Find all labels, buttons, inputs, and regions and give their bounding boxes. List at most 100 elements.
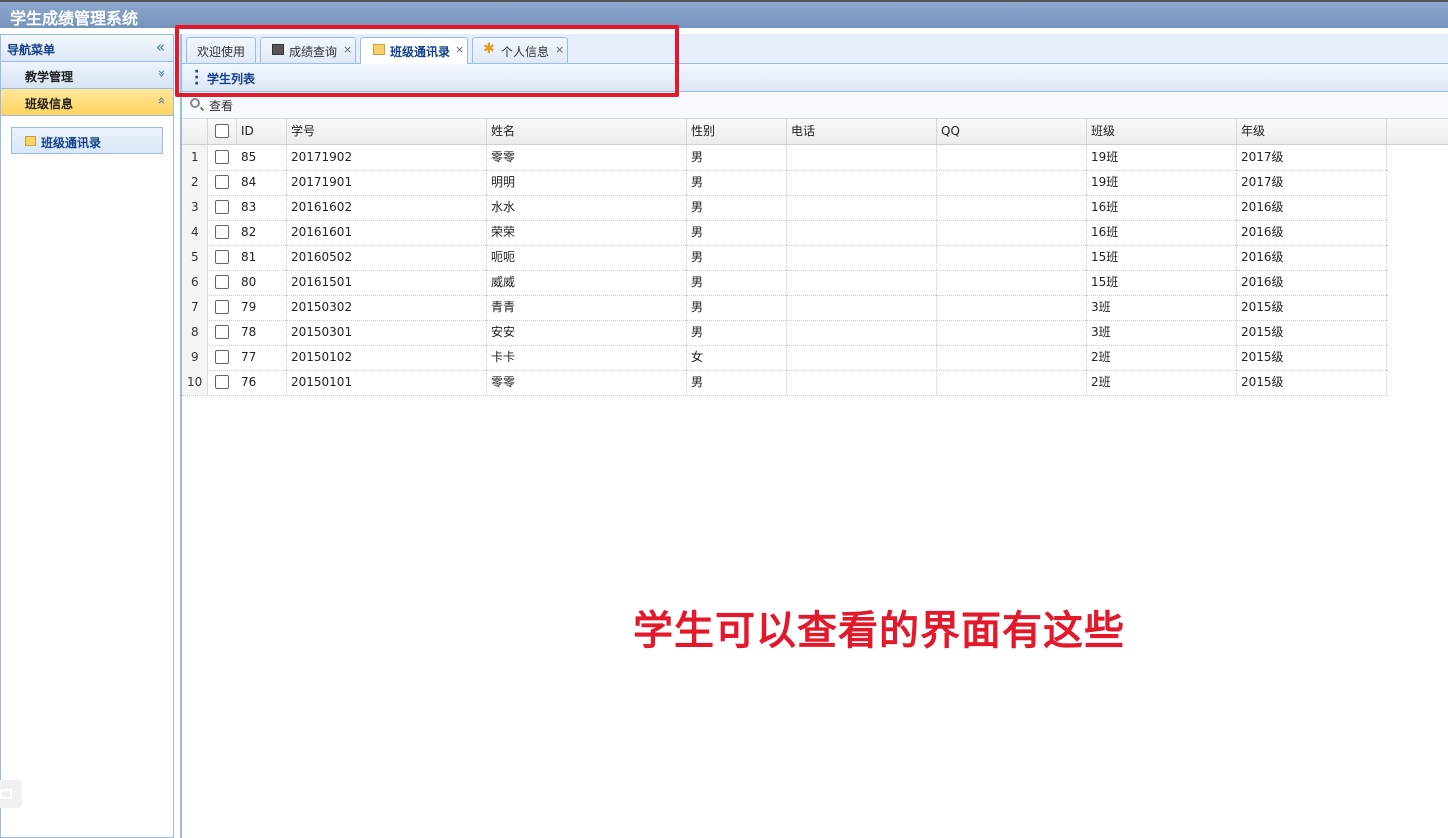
- table-cell: 20161602: [287, 195, 487, 220]
- table-cell: 2015级: [1237, 345, 1387, 370]
- table-cell: 2班: [1087, 370, 1237, 395]
- select-all-cell: [208, 119, 237, 144]
- main-panel: 欢迎使用 成绩查询 × 班级通讯录 × ✱ 个人信息 × · · · 学生列表 查看: [180, 34, 1448, 838]
- nav-link-class-contacts[interactable]: 班级通讯录: [11, 127, 163, 154]
- table-cell: 2017级: [1237, 170, 1387, 195]
- table-cell: 20150102: [287, 345, 487, 370]
- col-header-phone[interactable]: 电话: [787, 119, 937, 144]
- table-cell: 2015级: [1237, 295, 1387, 320]
- table-row[interactable]: 4 82 20161601 荣荣男 16班 2016级: [182, 220, 1388, 246]
- table-cell: 78: [237, 320, 287, 345]
- table-cell: 男: [687, 295, 787, 320]
- row-checkbox[interactable]: [215, 325, 229, 339]
- table-header: ID 学号 姓名 性别 电话 QQ 班级 年级: [182, 119, 1448, 145]
- table-cell: [937, 270, 1087, 295]
- table-cell: 82: [237, 220, 287, 245]
- table-cell: [937, 145, 1087, 170]
- row-checkbox[interactable]: [215, 250, 229, 264]
- table-cell: [937, 370, 1087, 395]
- col-header-qq[interactable]: QQ: [937, 119, 1087, 144]
- nav-group-label: 教学管理: [25, 70, 74, 84]
- row-checkbox[interactable]: [215, 275, 229, 289]
- collapse-up-icon[interactable]: «: [154, 97, 169, 105]
- row-number: 2: [182, 170, 208, 195]
- table-cell: 2016级: [1237, 195, 1387, 220]
- expand-down-icon[interactable]: »: [154, 70, 169, 78]
- nav-header-label: 导航菜单: [7, 43, 56, 57]
- table-cell: 2017级: [1237, 145, 1387, 170]
- app-title-bar: 学生成绩管理系统: [0, 0, 1448, 28]
- table-row[interactable]: 10 76 20150101 零零男 2班 2015级: [182, 370, 1388, 396]
- table-cell: 16班: [1087, 220, 1237, 245]
- col-header-id[interactable]: ID: [237, 119, 287, 144]
- row-checkbox[interactable]: [215, 225, 229, 239]
- table-cell: [937, 345, 1087, 370]
- table-cell: 3班: [1087, 320, 1237, 345]
- table-cell: [787, 170, 937, 195]
- table-cell: 男: [687, 245, 787, 270]
- view-button[interactable]: 查看: [209, 97, 233, 114]
- address-book-icon: [25, 136, 36, 146]
- table-cell: 男: [687, 170, 787, 195]
- table-row[interactable]: 7 79 20150302 青青男 3班 2015级: [182, 295, 1388, 321]
- table-cell: 男: [687, 220, 787, 245]
- table-cell: 荣荣: [487, 220, 687, 245]
- row-number: 9: [182, 345, 208, 370]
- table-cell: 16班: [1087, 195, 1237, 220]
- table-cell: 80: [237, 270, 287, 295]
- col-header-grade[interactable]: 年级: [1237, 119, 1387, 144]
- search-icon[interactable]: [190, 98, 200, 108]
- table-cell: 男: [687, 370, 787, 395]
- table-cell: 76: [237, 370, 287, 395]
- table-cell: 79: [237, 295, 287, 320]
- nav-group-teaching[interactable]: 教学管理 »: [1, 62, 173, 89]
- collapse-left-icon[interactable]: «: [156, 38, 165, 56]
- table-cell: 男: [687, 320, 787, 345]
- table-cell: 2015级: [1237, 320, 1387, 345]
- table-row[interactable]: 3 83 20161602 水水男 16班 2016级: [182, 195, 1388, 221]
- row-number: 4: [182, 220, 208, 245]
- table-row[interactable]: 9 77 20150102 卡卡女 2班 2015级: [182, 345, 1388, 371]
- nav-group-class-info[interactable]: 班级信息 «: [1, 89, 173, 116]
- row-number: 8: [182, 320, 208, 345]
- row-checkbox[interactable]: [215, 350, 229, 364]
- row-checkbox[interactable]: [215, 175, 229, 189]
- nav-group-label: 班级信息: [25, 97, 74, 111]
- table-cell: 零零: [487, 370, 687, 395]
- table-cell: 3班: [1087, 295, 1237, 320]
- table-row[interactable]: 6 80 20161501 威威男 15班 2016级: [182, 270, 1388, 296]
- row-checkbox[interactable]: [215, 375, 229, 389]
- highlight-box: [175, 25, 679, 97]
- row-checkbox[interactable]: [215, 300, 229, 314]
- col-header-student-no[interactable]: 学号: [287, 119, 487, 144]
- table-row[interactable]: 8 78 20150301 安安男 3班 2015级: [182, 320, 1388, 346]
- row-number: 3: [182, 195, 208, 220]
- table-cell: 2016级: [1237, 220, 1387, 245]
- table-cell: [787, 295, 937, 320]
- table-cell: 15班: [1087, 245, 1237, 270]
- select-all-checkbox[interactable]: [215, 124, 229, 138]
- table-cell: 水水: [487, 195, 687, 220]
- table-cell: 男: [687, 270, 787, 295]
- annotation-text: 学生可以查看的界面有这些: [633, 608, 1125, 654]
- table-cell: 男: [687, 195, 787, 220]
- table-cell: [937, 170, 1087, 195]
- table-row[interactable]: 1 85 20171902 零零男 19班 2017级: [182, 145, 1388, 171]
- table-cell: 安安: [487, 320, 687, 345]
- table-cell: 零零: [487, 145, 687, 170]
- col-header-gender[interactable]: 性别: [687, 119, 787, 144]
- table-cell: 2班: [1087, 345, 1237, 370]
- col-header-name[interactable]: 姓名: [487, 119, 687, 144]
- table-cell: 卡卡: [487, 345, 687, 370]
- table-cell: 83: [237, 195, 287, 220]
- col-header-class[interactable]: 班级: [1087, 119, 1237, 144]
- table-row[interactable]: 2 84 20171901 明明男 19班 2017级: [182, 170, 1388, 196]
- row-checkbox[interactable]: [215, 200, 229, 214]
- row-checkbox[interactable]: [215, 150, 229, 164]
- table-cell: 20150101: [287, 370, 487, 395]
- table-cell: [787, 195, 937, 220]
- table-row[interactable]: 5 81 20160502 呃呃男 15班 2016级: [182, 245, 1388, 271]
- table-cell: 男: [687, 145, 787, 170]
- table-cell: 20171901: [287, 170, 487, 195]
- floating-edge-tab[interactable]: [0, 780, 22, 808]
